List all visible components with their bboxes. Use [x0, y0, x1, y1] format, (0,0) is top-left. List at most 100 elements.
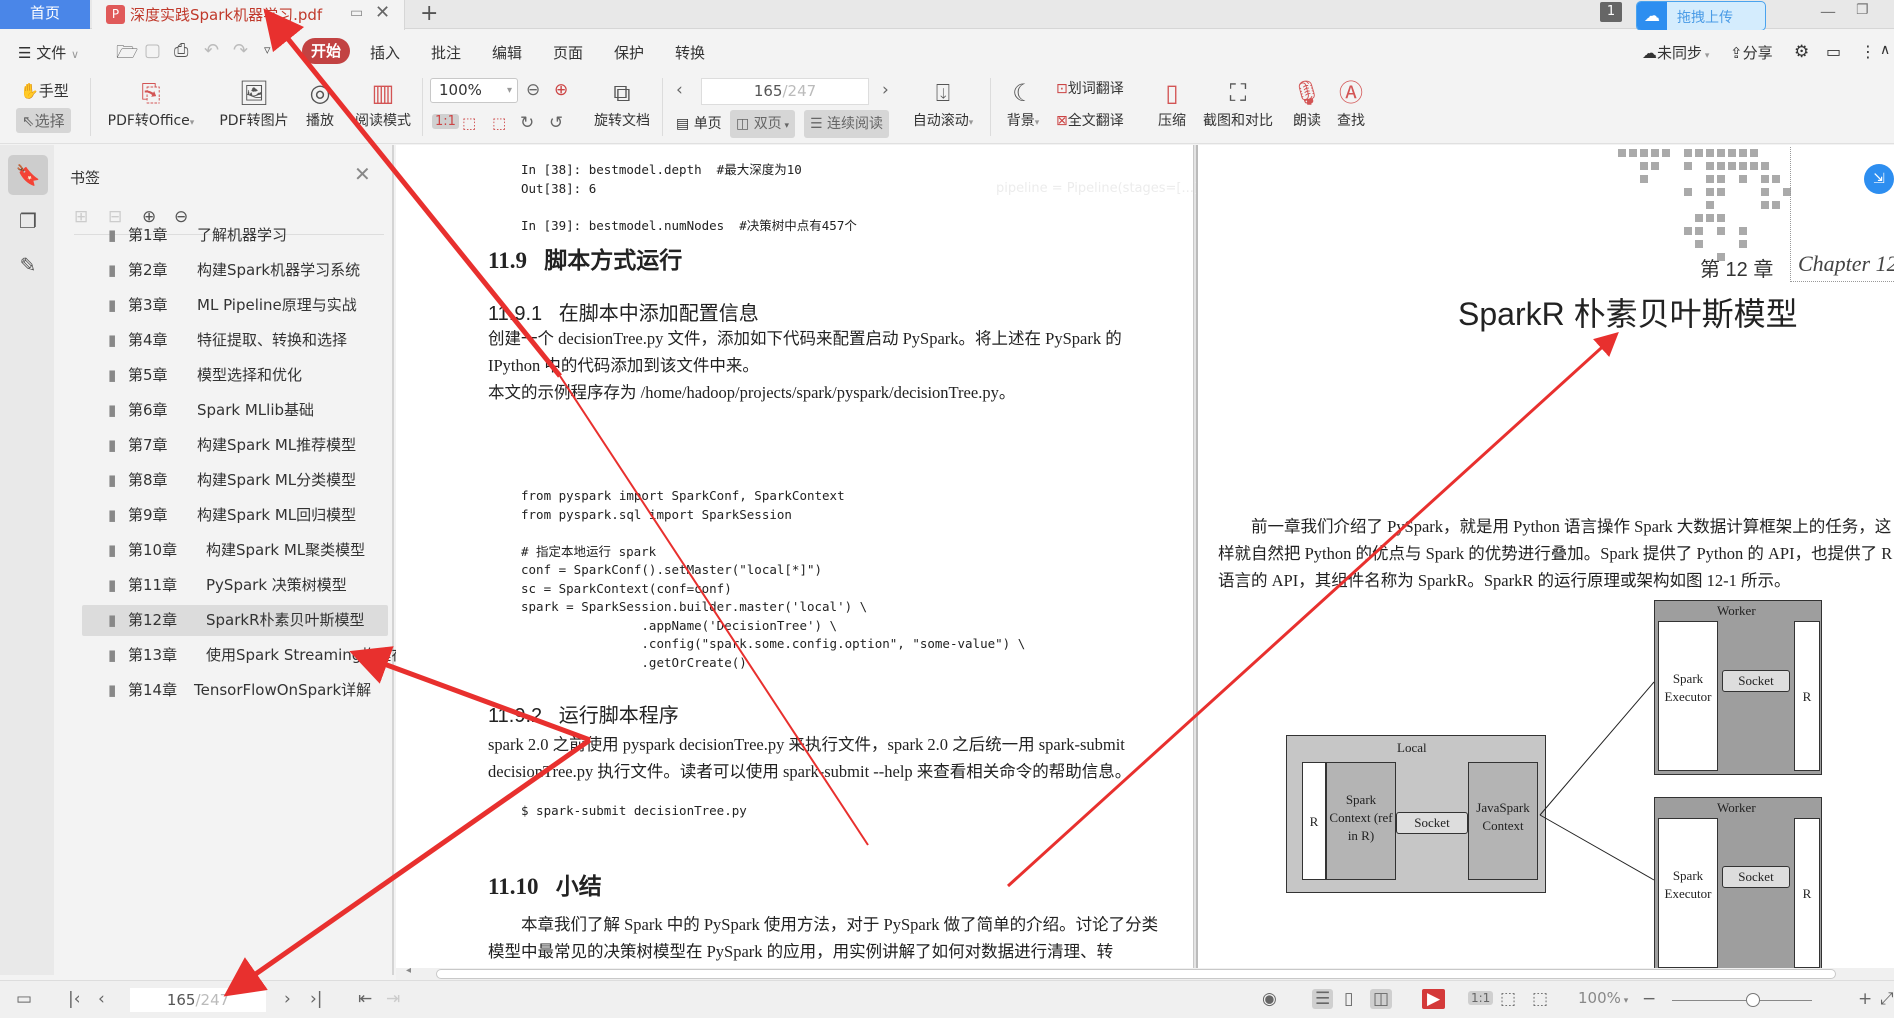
- sync-button[interactable]: ☁未同步 ▾: [1642, 42, 1709, 63]
- menu-tab-page[interactable]: 页面: [553, 42, 583, 63]
- tab-home[interactable]: 首页: [0, 0, 90, 29]
- restore-icon[interactable]: ❐: [1856, 2, 1869, 18]
- bookmark-item[interactable]: ▮ 第9章 构建Spark ML回归模型: [82, 500, 388, 531]
- fit-page-icon[interactable]: ⬚: [1500, 989, 1516, 1009]
- annotation-panel-icon[interactable]: ✎: [8, 245, 48, 285]
- window-count-badge[interactable]: 1: [1600, 2, 1622, 22]
- rotate-right-icon[interactable]: ↻: [520, 113, 534, 133]
- zoom-in-icon[interactable]: +: [1858, 989, 1872, 1009]
- fit-page-icon[interactable]: ⬚: [462, 114, 476, 132]
- page-number-input[interactable]: 165/247: [701, 78, 869, 105]
- bookmark-item[interactable]: ▮ 第11章 PySpark 决策树模型: [82, 570, 388, 601]
- bookmark-item[interactable]: ▮ 第2章 构建Spark机器学习系统: [82, 255, 388, 286]
- menu-tab-annotate[interactable]: 批注: [431, 42, 461, 63]
- zoom-out-icon[interactable]: −: [1642, 989, 1656, 1009]
- play-button[interactable]: ◎ 播放: [302, 76, 338, 130]
- file-menu[interactable]: ☰ 文件 ∨: [18, 42, 79, 63]
- zoom-select[interactable]: 100% ▾: [430, 78, 518, 103]
- open-icon[interactable]: 🗁: [116, 40, 138, 70]
- close-icon[interactable]: ✕: [354, 162, 371, 186]
- forward-icon[interactable]: ⇥: [386, 989, 400, 1009]
- thumbnail-panel-icon[interactable]: ❐: [8, 201, 48, 241]
- auto-scroll-button[interactable]: ⍗ 自动滚动▾: [908, 76, 978, 130]
- tab-document[interactable]: P 深度实践Spark机器学习.pdf ▭ ✕: [92, 0, 405, 30]
- zoom-out-icon[interactable]: ⊖: [526, 80, 540, 100]
- zoom-slider-knob[interactable]: [1746, 993, 1760, 1007]
- background-button[interactable]: ☾ 背景▾: [1000, 76, 1046, 130]
- zoom-in-icon[interactable]: ⊕: [554, 80, 568, 100]
- select-tool-button[interactable]: ⇖选择: [16, 108, 71, 133]
- double-page-button[interactable]: ◫ 双页 ▾: [730, 110, 796, 138]
- menu-tab-insert[interactable]: 插入: [370, 42, 400, 63]
- close-tab-icon[interactable]: ✕: [375, 2, 390, 23]
- word-translate-button[interactable]: ⊡划词翻译: [1056, 78, 1124, 98]
- bookmark-item[interactable]: ▮ 第1章 了解机器学习: [82, 220, 388, 251]
- pdf-to-office-button[interactable]: ⎘ PDF转Office▾: [104, 76, 198, 130]
- full-translate-button[interactable]: ⊠全文翻译: [1056, 110, 1124, 130]
- compress-button[interactable]: ▯ 压缩: [1154, 76, 1190, 130]
- bookmark-item[interactable]: ▮ 第14章 TensorFlowOnSpark详解: [82, 675, 388, 706]
- menu-tab-convert[interactable]: 转换: [675, 42, 705, 63]
- first-page-icon[interactable]: |‹: [68, 989, 81, 1009]
- read-aloud-button[interactable]: 🎙 朗读: [1290, 76, 1324, 130]
- status-page-input[interactable]: 165/247: [130, 988, 266, 1012]
- bookmark-item[interactable]: ▮ 第8章 构建Spark ML分类模型: [82, 465, 388, 496]
- continuous-read-button[interactable]: ☰ 连续阅读: [804, 110, 890, 138]
- more-icon[interactable]: ⋮: [1860, 42, 1876, 61]
- bookmark-item[interactable]: ▮ 第12章 SparkR朴素贝叶斯模型: [82, 605, 388, 636]
- eye-protection-icon[interactable]: ◉: [1262, 989, 1277, 1009]
- bookmark-item[interactable]: ▮ 第10章 构建Spark ML聚类模型: [82, 535, 388, 566]
- actual-size-icon[interactable]: 1:1: [1468, 991, 1494, 1005]
- prev-page-icon[interactable]: ‹: [676, 80, 683, 100]
- comment-icon[interactable]: ▭: [1826, 42, 1841, 61]
- fit-width-icon[interactable]: ⬚: [492, 114, 506, 132]
- scroll-left-icon[interactable]: ◂: [406, 965, 411, 976]
- pin-icon[interactable]: ▭: [350, 5, 363, 21]
- bookmark-item[interactable]: ▮ 第7章 构建Spark ML推荐模型: [82, 430, 388, 461]
- customize-toolbar-icon[interactable]: ▿: [264, 43, 271, 58]
- undo-icon[interactable]: ↶: [204, 40, 219, 61]
- save-icon[interactable]: ▢: [144, 40, 161, 61]
- new-tab-button[interactable]: +: [420, 0, 438, 28]
- play-slideshow-icon[interactable]: ▶: [1422, 989, 1446, 1009]
- next-page-icon[interactable]: ›: [284, 989, 291, 1009]
- drag-upload-button[interactable]: ☁ 拖拽上传: [1636, 1, 1766, 31]
- continuous-view-icon[interactable]: ☰: [1312, 989, 1334, 1009]
- settings-icon[interactable]: ⚙: [1794, 42, 1809, 62]
- collapse-icon[interactable]: ∧: [1880, 42, 1890, 58]
- next-page-icon[interactable]: ›: [882, 80, 889, 100]
- sidebar-toggle-icon[interactable]: ▭: [16, 989, 32, 1009]
- minimize-icon[interactable]: —: [1820, 2, 1836, 21]
- bookmark-item[interactable]: ▮ 第13章 使用Spark Streaming构建在线: [82, 640, 421, 671]
- menu-tab-start[interactable]: 开始: [302, 38, 350, 64]
- last-page-icon[interactable]: ›|: [310, 989, 323, 1009]
- bookmark-item[interactable]: ▮ 第5章 模型选择和优化: [82, 360, 388, 391]
- single-page-button[interactable]: ▤ 单页: [670, 110, 728, 138]
- read-mode-button[interactable]: ▥ 阅读模式: [350, 76, 416, 130]
- single-view-icon[interactable]: ▯: [1344, 989, 1353, 1009]
- redo-icon[interactable]: ↷: [233, 40, 248, 61]
- menu-tab-edit[interactable]: 编辑: [492, 42, 522, 63]
- rotate-left-icon[interactable]: ↺: [549, 113, 563, 133]
- fullscreen-icon[interactable]: ⤢: [1880, 989, 1894, 1009]
- bookmark-item[interactable]: ▮ 第6章 Spark MLlib基础: [82, 395, 388, 426]
- bookmark-panel-icon[interactable]: 🔖: [8, 155, 48, 195]
- document-viewport[interactable]: pipeline = Pipeline(stages=[...]) In [38…: [396, 145, 1894, 968]
- convert-float-icon[interactable]: ⇲: [1864, 164, 1894, 194]
- scrollbar-thumb[interactable]: [436, 969, 1836, 979]
- horizontal-scrollbar[interactable]: ◂: [396, 965, 1894, 980]
- back-icon[interactable]: ⇤: [358, 989, 372, 1009]
- hand-tool-button[interactable]: ✋手型: [20, 80, 69, 101]
- screenshot-compare-button[interactable]: ⛶ 截图和对比: [1200, 76, 1276, 130]
- zoom-slider-track[interactable]: [1672, 1000, 1812, 1001]
- bookmark-item[interactable]: ▮ 第3章 ML Pipeline原理与实战: [82, 290, 388, 321]
- menu-tab-protect[interactable]: 保护: [614, 42, 644, 63]
- double-view-icon[interactable]: ◫: [1370, 989, 1393, 1009]
- rotate-document-button[interactable]: ⧉ 旋转文档: [588, 76, 656, 130]
- prev-page-icon[interactable]: ‹: [98, 989, 105, 1009]
- fit-width-icon[interactable]: ⬚: [1532, 989, 1548, 1009]
- actual-size-icon[interactable]: 1:1: [432, 114, 459, 129]
- pdf-to-image-button[interactable]: 🖼 PDF转图片: [216, 76, 292, 130]
- print-icon[interactable]: ⎙: [174, 40, 188, 61]
- share-button[interactable]: ⇪分享: [1730, 42, 1773, 63]
